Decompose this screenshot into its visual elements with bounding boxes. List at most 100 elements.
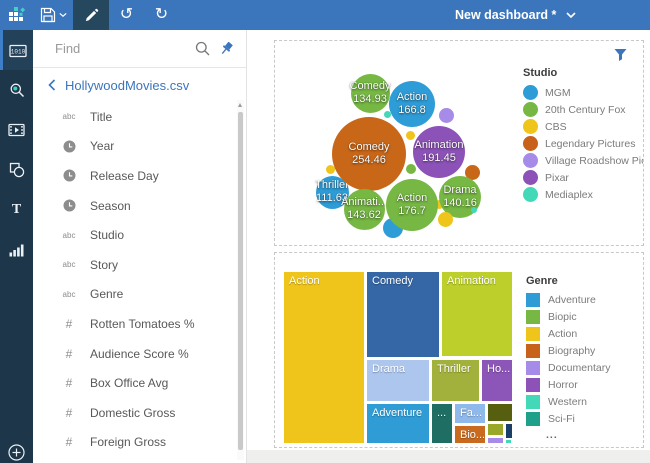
field-item[interactable]: abcStory	[33, 250, 246, 280]
scrollbar-thumb[interactable]	[238, 112, 243, 450]
field-item[interactable]: Year	[33, 132, 246, 162]
field-item[interactable]: abcGenre	[33, 280, 246, 310]
svg-text:1010: 1010	[11, 48, 26, 55]
find-input[interactable]	[55, 41, 186, 56]
add-source-button[interactable]	[8, 444, 25, 463]
bubble-comedy[interactable]: Comedy134.93	[351, 74, 390, 113]
sidebar-item-explore[interactable]	[0, 70, 33, 110]
field-item[interactable]: #Audience Score %	[33, 339, 246, 369]
legend-item[interactable]: MGM	[523, 85, 644, 100]
data-source-breadcrumb[interactable]: HollywoodMovies.csv	[33, 68, 246, 102]
media-icon	[8, 123, 25, 137]
bubble-small[interactable]	[439, 108, 454, 123]
edit-pencil-button[interactable]	[73, 0, 109, 30]
legend-item[interactable]: Sci-Fi	[526, 412, 610, 426]
bubble-small[interactable]	[438, 212, 453, 227]
legend-item[interactable]: Legendary Pictures	[523, 136, 644, 151]
legend-item[interactable]: Action	[526, 327, 610, 341]
chevron-down-icon	[566, 12, 576, 18]
bubble-action[interactable]: Action176.7	[386, 179, 438, 231]
treemap-block[interactable]	[506, 440, 511, 443]
bubble-animati[interactable]: Animati...143.62	[344, 189, 385, 230]
treemap-block-fa[interactable]: Fa...	[455, 404, 485, 423]
bubble-small[interactable]	[471, 207, 477, 213]
top-toolbar: ↺ ↻ New dashboard *	[0, 0, 650, 30]
field-label: Year	[90, 139, 114, 153]
legend-item[interactable]: CBS	[523, 119, 644, 134]
time-field-icon	[60, 169, 78, 182]
sidebar-item-data-source[interactable]: 1010	[0, 30, 33, 70]
filter-funnel-icon	[614, 48, 627, 61]
field-label: Genre	[90, 287, 123, 301]
bubble-small[interactable]	[406, 164, 416, 174]
panel-scrollbar[interactable]	[237, 100, 244, 460]
filter-button[interactable]	[614, 48, 627, 66]
bubble-action[interactable]: Action166.8	[389, 81, 435, 127]
field-item[interactable]: #Rotten Tomatoes %	[33, 309, 246, 339]
treemap-block-[interactable]: ...	[432, 404, 452, 443]
field-item[interactable]: Season	[33, 191, 246, 221]
legend-swatch	[526, 344, 540, 358]
field-item[interactable]: #Domestic Gross	[33, 398, 246, 428]
legend-item[interactable]: Biography	[526, 344, 610, 358]
legend-label: Western	[548, 396, 587, 408]
treemap-block-thriller[interactable]: Thriller	[432, 360, 479, 401]
pin-icon[interactable]	[219, 41, 234, 56]
scrollbar-up-arrow-icon[interactable]	[238, 103, 242, 107]
redo-button[interactable]: ↻	[144, 0, 179, 30]
legend-item[interactable]: Documentary	[526, 361, 610, 375]
numeric-field-icon: #	[60, 406, 78, 420]
bubble-label: Animation	[415, 139, 464, 152]
treemap-widget[interactable]: ActionComedyAnimationDramaThrillerHo...A…	[274, 252, 644, 448]
treemap-block-bio[interactable]: Bio...	[455, 426, 485, 443]
data-source-icon: 1010	[9, 43, 27, 58]
treemap-block-action[interactable]: Action	[284, 272, 364, 443]
undo-button[interactable]: ↺	[109, 0, 144, 30]
legend-item[interactable]: Adventure	[526, 293, 610, 307]
sidebar-item-media[interactable]	[0, 110, 33, 150]
field-item[interactable]: Release Day	[33, 161, 246, 191]
sidebar-item-text[interactable]: T	[0, 190, 33, 230]
treemap-block[interactable]	[488, 404, 512, 421]
dashboard-title-menu[interactable]: New dashboard *	[455, 0, 576, 30]
field-item[interactable]: #Box Office Avg	[33, 368, 246, 398]
search-icon[interactable]	[195, 41, 210, 56]
legend-item[interactable]: Pixar	[523, 170, 644, 185]
chevron-left-icon	[48, 79, 56, 91]
treemap-block[interactable]	[506, 424, 512, 438]
bubble-chart-widget[interactable]: Thriller111.63Comedy254.46Animati...143.…	[274, 40, 644, 246]
legend-item[interactable]: Biopic	[526, 310, 610, 324]
field-item[interactable]: abcStudio	[33, 220, 246, 250]
legend-item[interactable]: Village Roadshow Pictures	[523, 153, 644, 168]
search-explore-icon	[9, 82, 25, 98]
treemap-block[interactable]	[488, 438, 503, 443]
treemap-block-drama[interactable]: Drama	[367, 360, 429, 401]
bubble-comedy[interactable]: Comedy254.46	[332, 117, 406, 191]
treemap-block-adventure[interactable]: Adventure	[367, 404, 429, 443]
legend-item[interactable]: 20th Century Fox	[523, 102, 644, 117]
legend-swatch	[526, 361, 540, 375]
dashboard-canvas[interactable]: Thriller111.63Comedy254.46Animati...143.…	[247, 30, 650, 463]
plus-circle-icon	[8, 444, 25, 461]
field-item[interactable]: abcTitle	[33, 102, 246, 132]
shapes-icon	[9, 162, 25, 178]
sidebar-item-shapes[interactable]	[0, 150, 33, 190]
treemap-block-comedy[interactable]: Comedy	[367, 272, 439, 357]
bubble-animation[interactable]: Animation191.45	[413, 126, 465, 178]
legend-item[interactable]: Horror	[526, 378, 610, 392]
app-logo-icon[interactable]	[0, 0, 33, 30]
treemap-block[interactable]	[488, 424, 503, 435]
save-button[interactable]	[33, 0, 73, 30]
legend-item[interactable]: Western	[526, 395, 610, 409]
bubble-small[interactable]	[406, 131, 415, 140]
legend-label: Adventure	[548, 294, 596, 306]
field-item[interactable]: #Foreign Gross	[33, 428, 246, 458]
legend-item[interactable]: Mediaplex	[523, 187, 644, 202]
bubble-value: 254.46	[352, 154, 386, 167]
numeric-field-icon: #	[60, 376, 78, 390]
treemap-block-animation[interactable]: Animation	[442, 272, 512, 356]
treemap-block-ho[interactable]: Ho...	[482, 360, 512, 401]
field-label: Title	[90, 110, 112, 124]
legend-more-ellipsis[interactable]: ...	[526, 429, 610, 441]
sidebar-item-visualization[interactable]	[0, 230, 33, 270]
